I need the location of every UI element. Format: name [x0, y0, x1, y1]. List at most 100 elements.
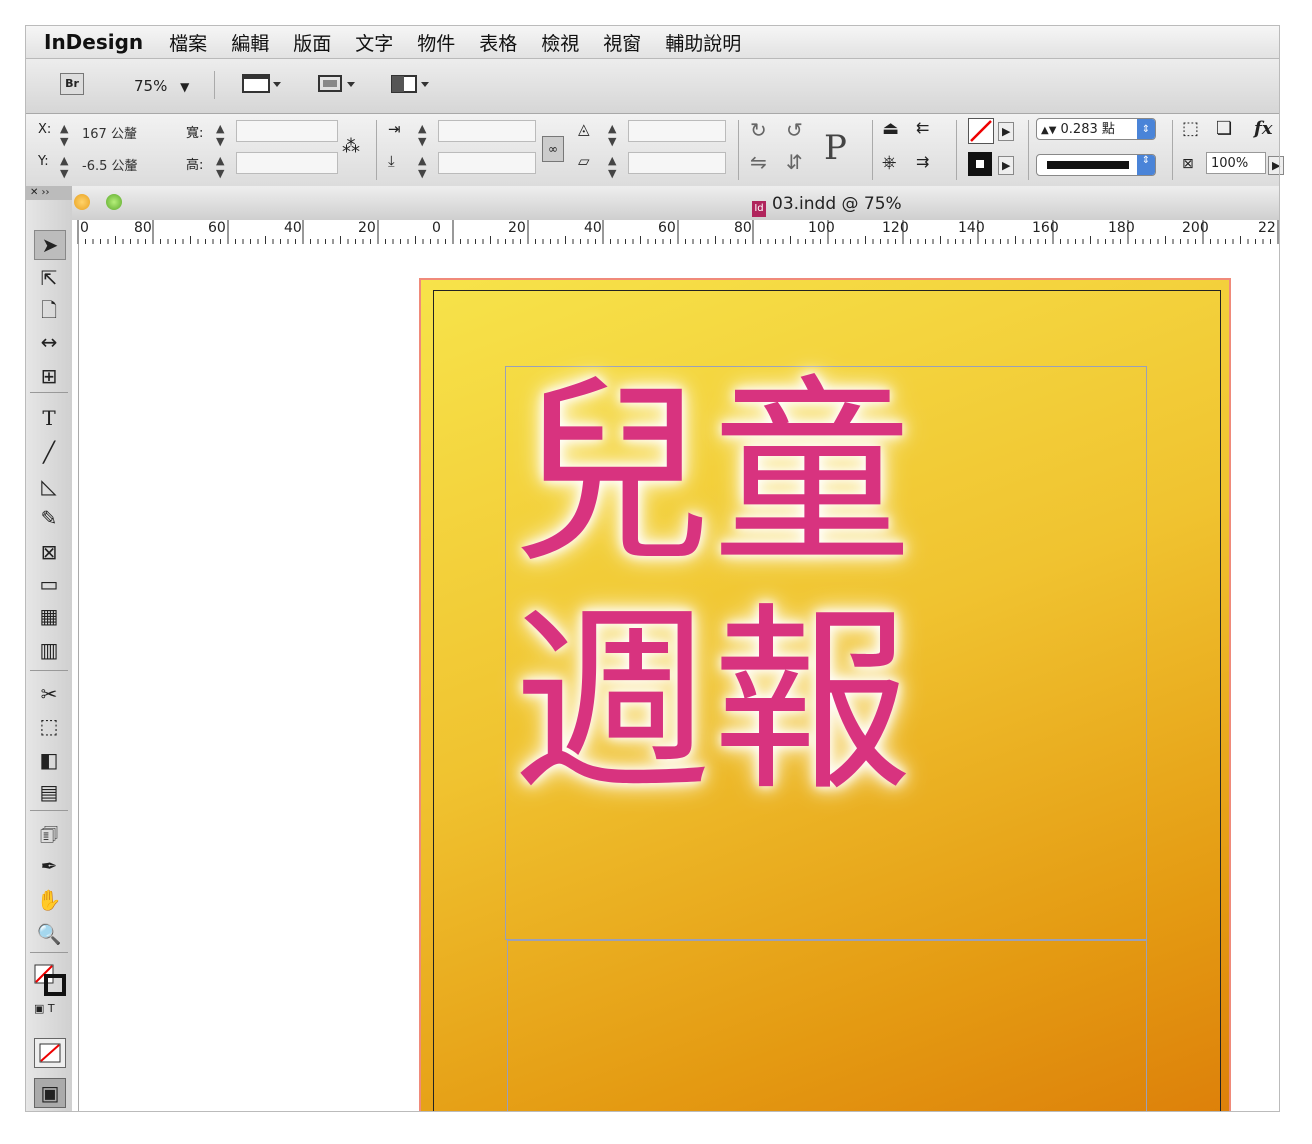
opacity-field[interactable]: 100%: [1206, 152, 1266, 174]
eyedropper-tool-icon[interactable]: ✒: [34, 852, 64, 880]
stroke-type-dropdown[interactable]: ⇕: [1036, 154, 1156, 176]
fill-menu-arrow-icon[interactable]: ▶: [998, 122, 1015, 141]
rectangle-frame-tool-icon[interactable]: ⊠: [34, 538, 64, 566]
reference-point-icon[interactable]: ⁂: [342, 136, 360, 157]
apply-none-icon[interactable]: [34, 1038, 66, 1068]
screen-mode-normal-icon[interactable]: ▣: [34, 1078, 66, 1108]
shear-field[interactable]: [628, 152, 726, 174]
width-field[interactable]: [236, 120, 338, 142]
bridge-button[interactable]: Br: [60, 73, 84, 95]
rotate-stepper-icon[interactable]: ▲ ▼: [608, 122, 616, 148]
gradient-swatch-tool-icon[interactable]: ◧: [34, 746, 64, 774]
document-page[interactable]: 兒童 週報: [419, 278, 1231, 1112]
shear-stepper-icon[interactable]: ▲ ▼: [608, 154, 616, 180]
ruler-tick-label: 40: [284, 220, 302, 236]
hand-tool-icon[interactable]: ✋: [34, 886, 64, 914]
lower-text-frame[interactable]: [507, 940, 1147, 1112]
page-tool-icon[interactable]: 🗋: [34, 296, 64, 324]
drop-shadow-icon[interactable]: ❏: [1216, 118, 1232, 139]
type-tool-icon[interactable]: T: [34, 404, 64, 432]
select-content-icon[interactable]: ⎈: [882, 152, 896, 173]
menu-table[interactable]: 表格: [479, 29, 517, 56]
height-stepper-icon[interactable]: ▲ ▼: [216, 154, 224, 180]
divider: [1172, 120, 1173, 180]
rotate-field[interactable]: [628, 120, 726, 142]
zoom-window-button[interactable]: [106, 194, 122, 210]
menu-window[interactable]: 視窗: [603, 29, 641, 56]
direct-selection-tool-icon[interactable]: ⇱: [34, 264, 64, 292]
height-field[interactable]: [236, 152, 338, 174]
menu-bar: InDesign 檔案 編輯 版面 文字 物件 表格 檢視 視窗 輔助說明: [26, 26, 1280, 59]
opacity-menu-arrow-icon[interactable]: ▶: [1268, 156, 1285, 175]
effects-button[interactable]: fx: [1254, 118, 1272, 139]
fill-swatch-none-icon[interactable]: [968, 118, 994, 144]
app-menu[interactable]: InDesign: [44, 30, 143, 54]
horizontal-ruler[interactable]: 0 80 60 40 20 0 20 40 60 80 100 120 140 …: [72, 220, 1280, 245]
rectangle-tool-icon[interactable]: ▭: [34, 570, 64, 598]
vertical-grid-tool-icon[interactable]: ▥: [34, 636, 64, 664]
object-style-icon[interactable]: ⬚: [1182, 118, 1199, 139]
fill-stroke-swatch-icon[interactable]: [34, 964, 66, 996]
selection-tool-icon[interactable]: ➤: [34, 230, 66, 260]
scale-x-field[interactable]: [438, 120, 536, 142]
gradient-feather-tool-icon[interactable]: ▤: [34, 778, 64, 806]
ruler-tick-label: 20: [508, 220, 526, 236]
width-label: 寬:: [186, 126, 204, 141]
formatting-affects-icon[interactable]: ▣ T: [34, 1002, 55, 1015]
rotate-cw-icon[interactable]: ↻: [750, 118, 767, 142]
stroke-swatch-icon[interactable]: [968, 152, 992, 176]
width-stepper-icon[interactable]: ▲ ▼: [216, 122, 224, 148]
y-field[interactable]: -6.5 公釐: [82, 155, 138, 174]
arrange-documents-icon[interactable]: [390, 73, 430, 99]
ruler-tick-label: 60: [208, 220, 226, 236]
horizontal-grid-tool-icon[interactable]: ▦: [34, 602, 64, 630]
view-options-icon[interactable]: [316, 73, 356, 99]
headline-text-frame[interactable]: 兒童 週報: [505, 366, 1147, 940]
zoom-level-dropdown[interactable]: 75% ▼: [134, 77, 189, 95]
rotate-ccw-icon[interactable]: ↺: [786, 118, 803, 142]
stroke-weight-field[interactable]: ▲▼ 0.283 點 ⇕: [1036, 118, 1156, 140]
menu-file[interactable]: 檔案: [169, 29, 207, 56]
free-transform-tool-icon[interactable]: ⬚: [34, 712, 64, 740]
select-container-icon[interactable]: ⏏: [882, 118, 899, 139]
tools-panel: ✕ ›› ➤ ⇱ 🗋 ↔ ⊞ T ╱ ◺ ✎ ⊠ ▭ ▦ ▥ ✂ ⬚ ◧ ▤ 🗊…: [26, 186, 73, 1112]
tools-panel-header[interactable]: ✕ ››: [26, 186, 72, 200]
scissors-tool-icon[interactable]: ✂: [34, 680, 64, 708]
menu-layout[interactable]: 版面: [293, 29, 331, 56]
x-stepper-icon[interactable]: ▲ ▼: [60, 122, 68, 148]
menu-help[interactable]: 輔助說明: [665, 29, 741, 56]
scale-x-stepper-icon[interactable]: ▲ ▼: [418, 122, 426, 148]
height-label: 高:: [186, 158, 204, 173]
ruler-tick-label: 80: [734, 220, 752, 236]
ruler-tick-label: 140: [958, 220, 985, 236]
scale-y-stepper-icon[interactable]: ▲ ▼: [418, 154, 426, 180]
flip-horizontal-icon[interactable]: ⇋: [750, 150, 767, 174]
select-previous-icon[interactable]: ⇇: [916, 118, 929, 137]
pen-tool-icon[interactable]: ◺: [34, 472, 64, 500]
menu-type[interactable]: 文字: [355, 29, 393, 56]
menu-view[interactable]: 檢視: [541, 29, 579, 56]
minimize-window-button[interactable]: [74, 194, 90, 210]
note-tool-icon[interactable]: 🗊: [34, 820, 64, 848]
scale-y-field[interactable]: [438, 152, 536, 174]
pasteboard[interactable]: 兒童 週報: [79, 244, 1280, 1112]
flip-vertical-icon[interactable]: ⇵: [786, 150, 803, 174]
y-stepper-icon[interactable]: ▲ ▼: [60, 154, 68, 180]
screen-mode-icon[interactable]: [242, 73, 282, 99]
ruler-tick-label: 160: [1032, 220, 1059, 236]
menu-object[interactable]: 物件: [417, 29, 455, 56]
select-next-icon[interactable]: ⇉: [916, 152, 929, 171]
content-collector-icon[interactable]: ⊞: [34, 362, 64, 390]
stroke-menu-arrow-icon[interactable]: ▶: [998, 156, 1015, 175]
constrain-proportions-icon[interactable]: ∞: [542, 136, 564, 162]
pencil-tool-icon[interactable]: ✎: [34, 504, 64, 532]
x-field[interactable]: 167 公釐: [82, 123, 137, 142]
vertical-ruler[interactable]: [72, 244, 79, 1112]
divider: [956, 120, 957, 180]
application-bar: Br 75% ▼: [26, 59, 1280, 114]
ruler-tick-label: 40: [584, 220, 602, 236]
line-tool-icon[interactable]: ╱: [34, 438, 64, 466]
gap-tool-icon[interactable]: ↔: [34, 328, 64, 356]
menu-edit[interactable]: 編輯: [231, 29, 269, 56]
zoom-tool-icon[interactable]: 🔍: [34, 920, 64, 948]
